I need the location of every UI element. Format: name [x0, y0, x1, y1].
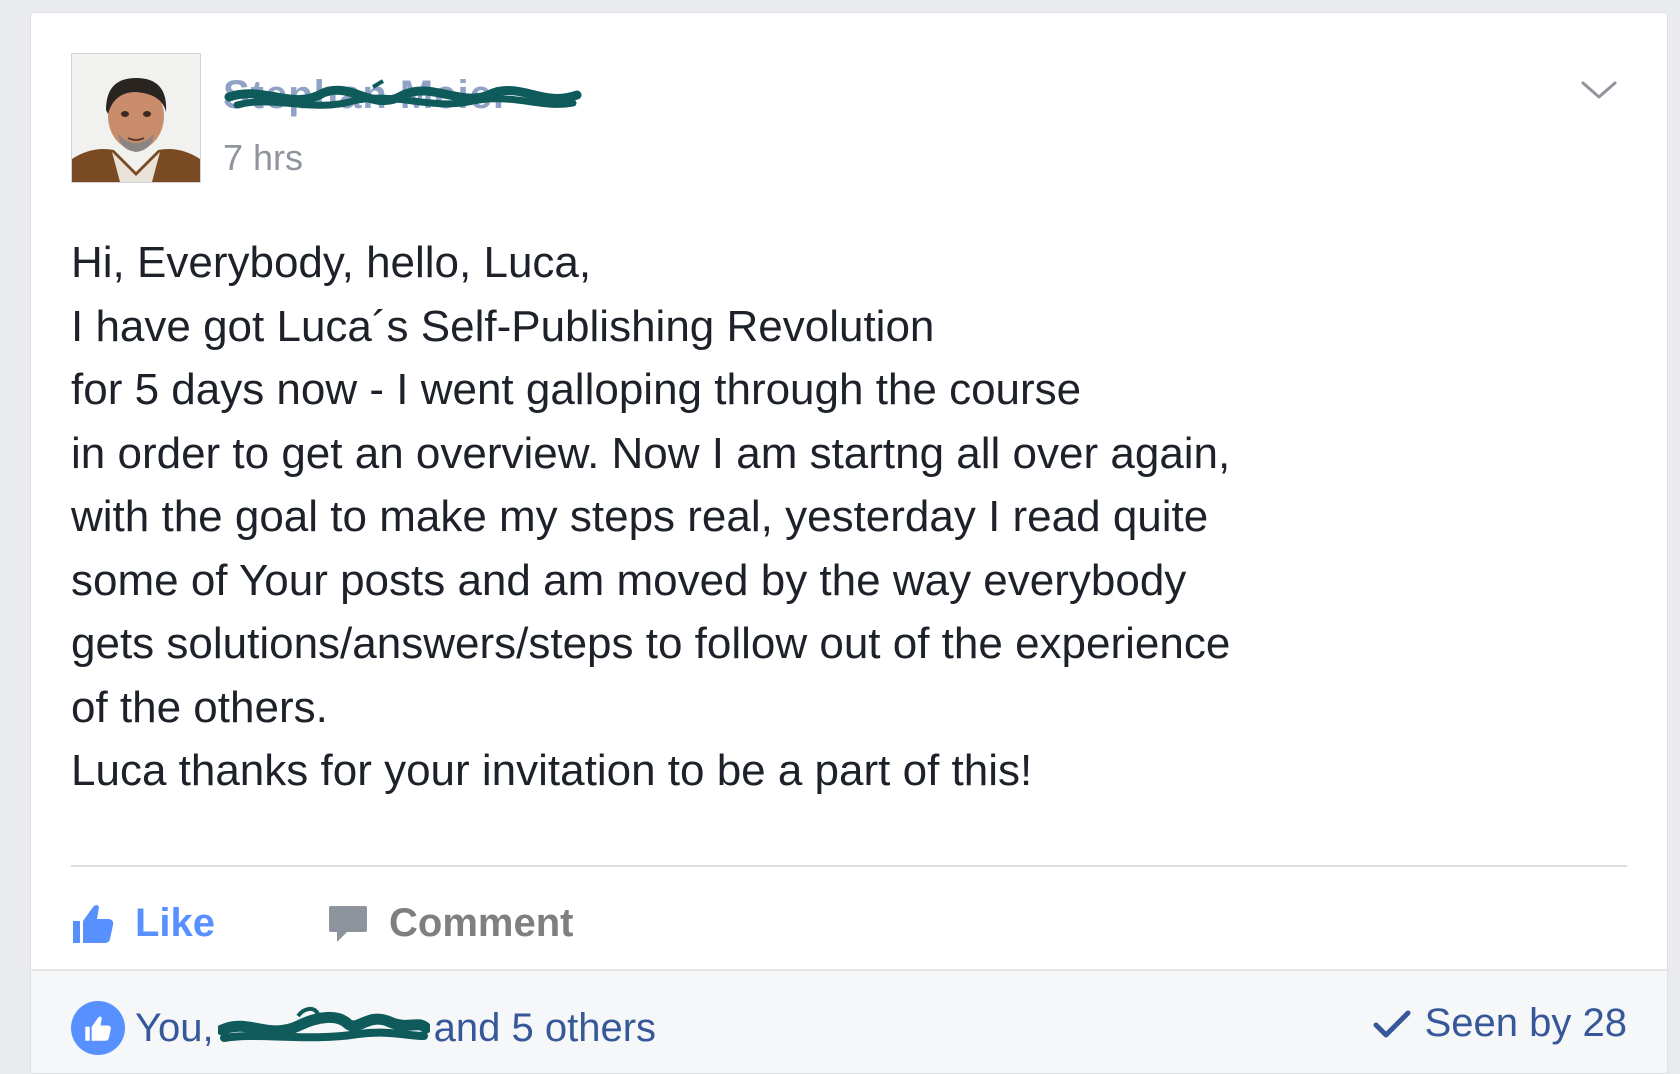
post-body-line: with the goal to make my steps real, yes…: [71, 492, 1209, 541]
post-actions: Like Comment: [71, 893, 1627, 953]
post-body-line: Hi, Everybody, hello, Luca,: [71, 238, 592, 287]
seen-by[interactable]: Seen by 28: [1373, 1001, 1627, 1046]
reactions-summary[interactable]: You, and 5 others: [71, 1001, 656, 1055]
actions-divider: [71, 865, 1627, 867]
post-body-line: of the others.: [71, 682, 328, 732]
like-label: Like: [135, 900, 216, 945]
post-body-line: in order to get an overview. Now I am st…: [71, 428, 1231, 478]
post-body-line: Luca thanks for your invitation to be a …: [71, 746, 1033, 795]
post-body-line: for 5 days now - I went galloping throug…: [71, 365, 1082, 414]
post-body-line: I have got Luca´s Self-Publishing Revolu…: [71, 301, 935, 351]
author-name-text: Stephan Meier: [223, 73, 510, 117]
name-redaction: [216, 1007, 432, 1042]
reactions-suffix: and 5 others: [433, 1005, 657, 1050]
post-body: Hi, Everybody, hello, Luca, I have got L…: [71, 231, 1611, 803]
post-timestamp[interactable]: 7 hrs: [223, 137, 303, 179]
checkmark-icon: [1373, 1010, 1411, 1037]
post-footer: You, and 5 others Seen by 28: [31, 969, 1667, 1073]
post-body-line: gets solutions/answers/steps to follow o…: [71, 619, 1231, 668]
comment-button[interactable]: Comment: [327, 893, 573, 953]
chevron-down-icon[interactable]: [1577, 75, 1621, 105]
reactions-prefix: You,: [135, 1005, 214, 1050]
author-name[interactable]: Stephan Meier: [223, 73, 582, 118]
author-avatar[interactable]: [71, 53, 201, 183]
like-button[interactable]: Like: [71, 893, 215, 953]
like-reaction-icon: [71, 1001, 125, 1055]
post-body-line: some of Your posts and am moved by the w…: [71, 555, 1187, 605]
post-header: Stephan Meier 7 hrs: [71, 53, 1631, 187]
avatar-photo: [72, 54, 200, 182]
post-card: Stephan Meier 7 hrs Hi, Everybody, hello…: [30, 12, 1668, 1074]
redacted-name: [216, 1006, 432, 1050]
comment-bubble-icon: [329, 906, 367, 942]
thumbs-up-icon: [73, 905, 114, 943]
seen-by-label: Seen by 28: [1424, 1001, 1627, 1045]
thumbs-up-small-icon: [85, 1016, 111, 1041]
comment-label: Comment: [389, 900, 574, 945]
